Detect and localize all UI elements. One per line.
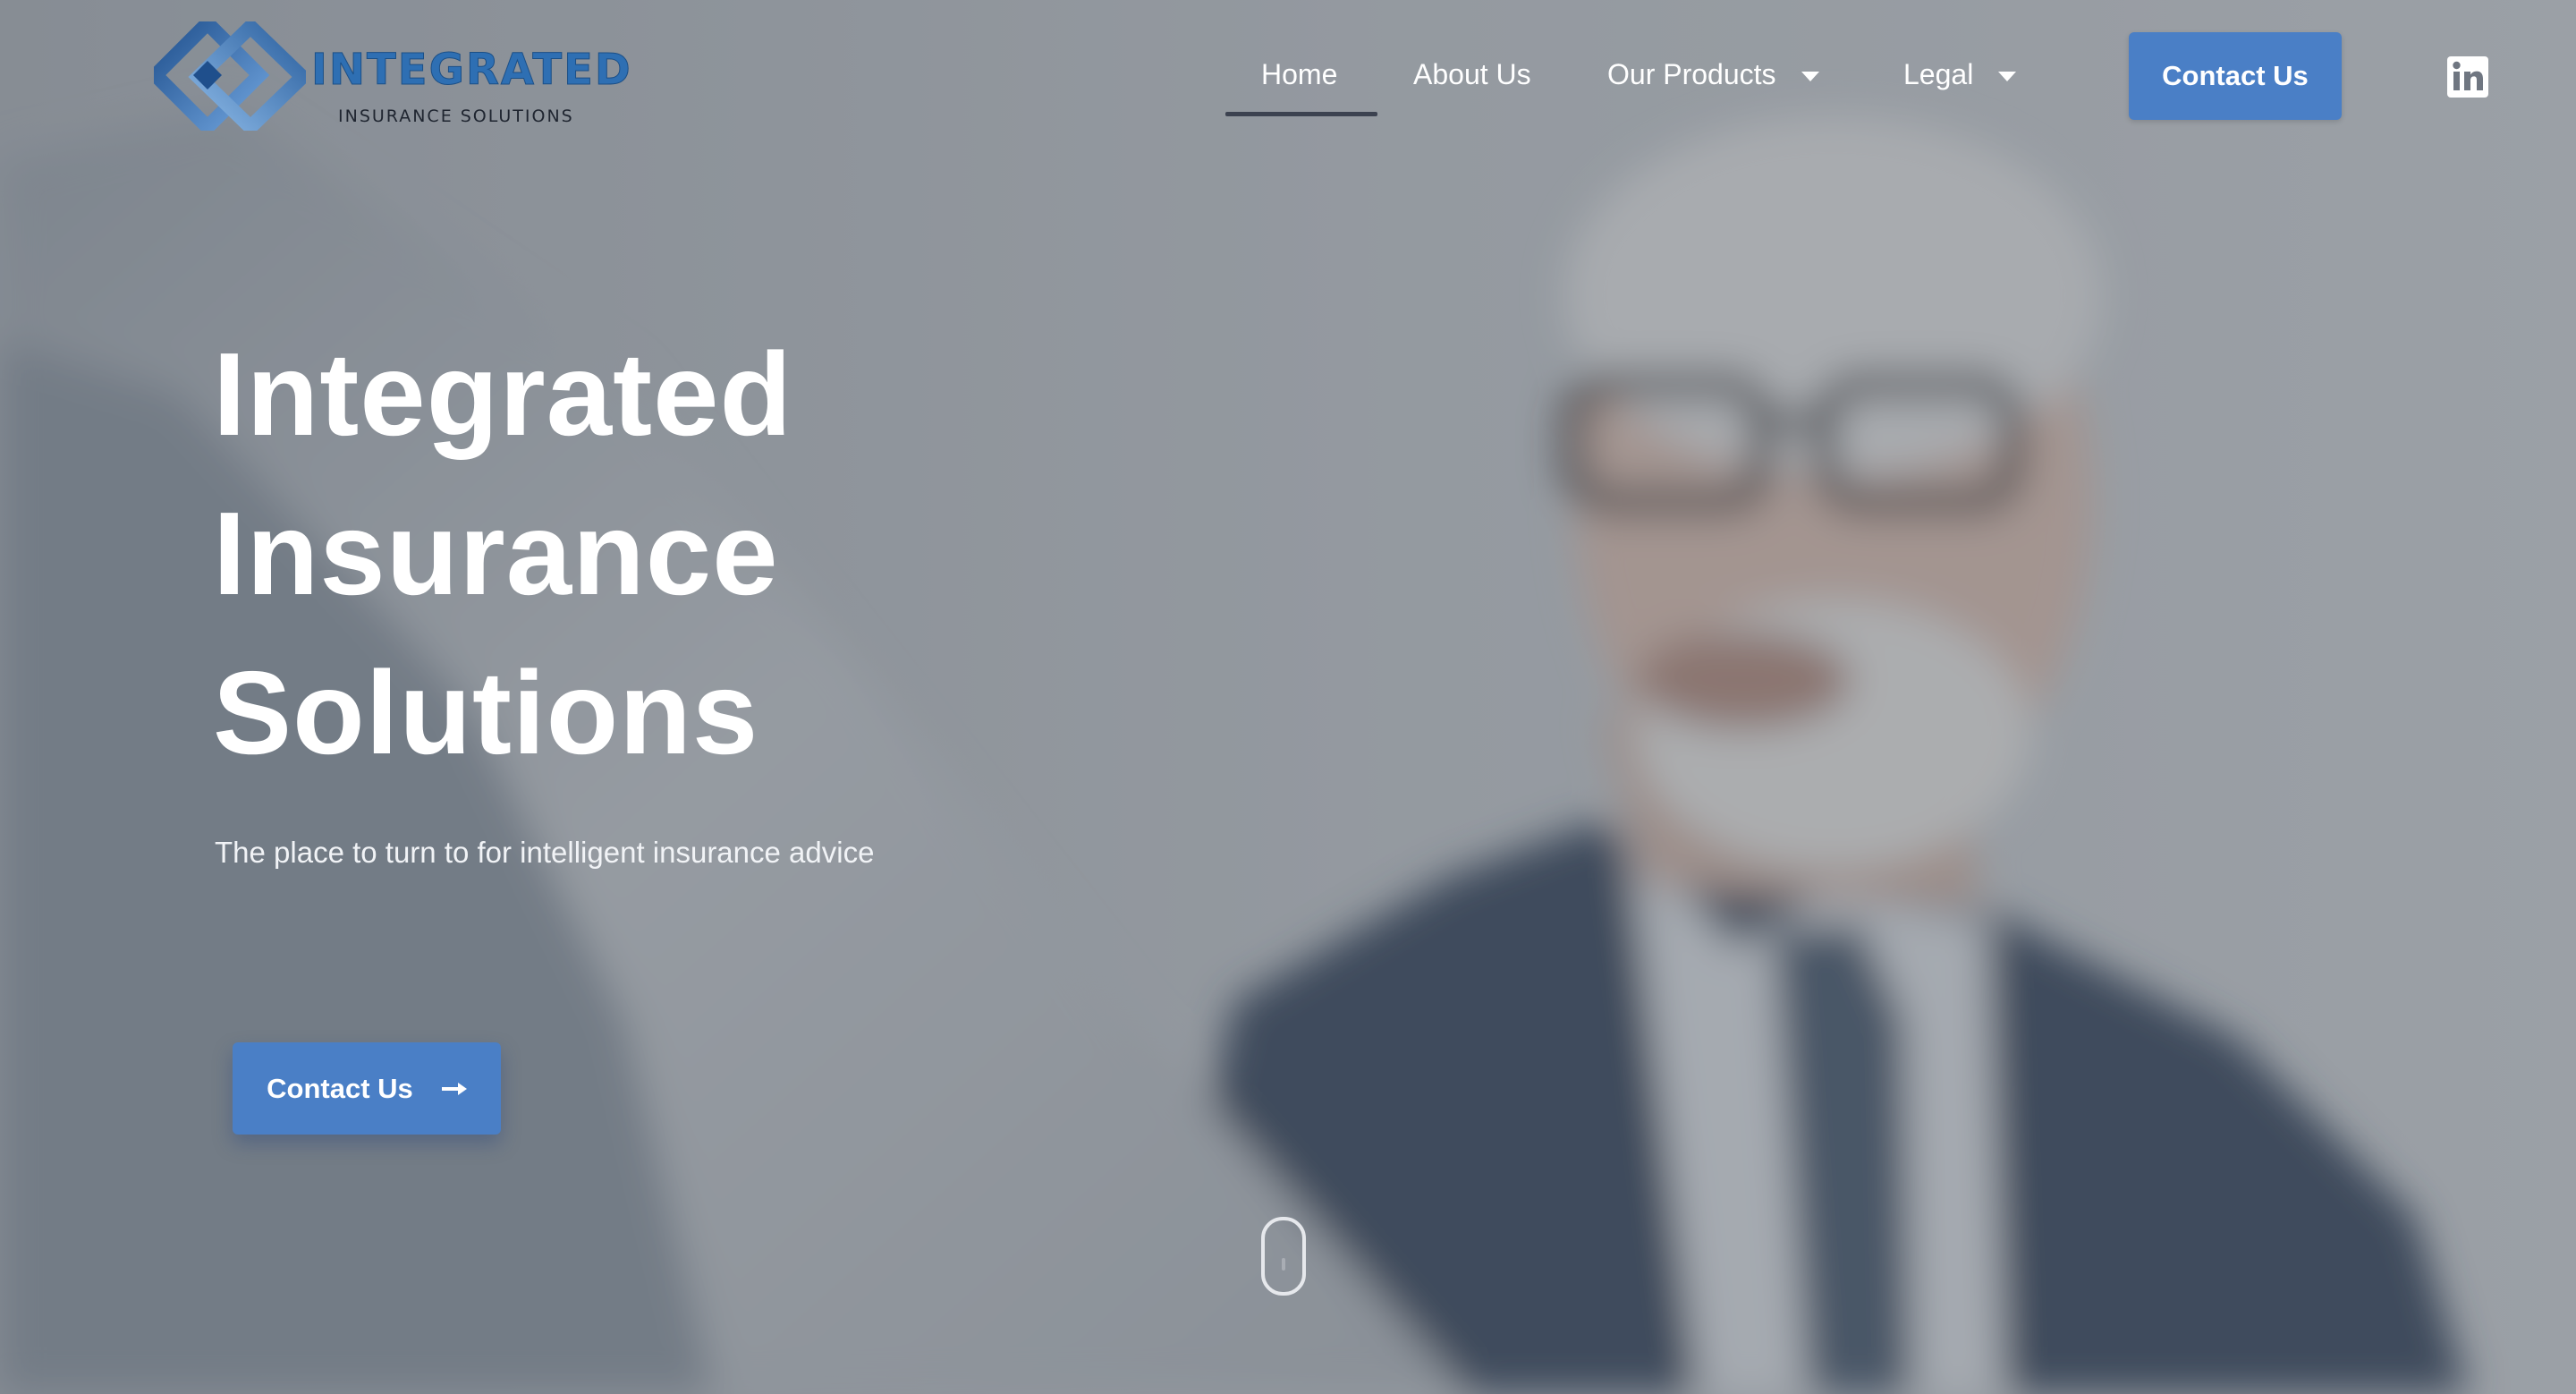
- linkedin-icon[interactable]: [2447, 56, 2488, 98]
- nav-active-indicator: [1225, 112, 1377, 116]
- nav-about-label: About Us: [1413, 58, 1531, 90]
- chevron-down-icon: [1801, 72, 1819, 81]
- logo-tagline: INSURANCE SOLUTIONS: [338, 106, 574, 126]
- nav-products-label: Our Products: [1607, 58, 1776, 90]
- nav-legal-label: Legal: [1903, 58, 1974, 90]
- site-logo[interactable]: INTEGRATED INSURANCE SOLUTIONS: [154, 21, 631, 131]
- scroll-mouse-icon[interactable]: [1261, 1217, 1306, 1296]
- logo-wordmark: INTEGRATED: [311, 45, 632, 96]
- scroll-wheel: [1282, 1258, 1285, 1271]
- nav-legal[interactable]: Legal: [1903, 58, 2017, 91]
- hero-title-line: Solutions: [213, 647, 759, 778]
- hero-contact-label: Contact Us: [267, 1072, 413, 1104]
- hero-title-line: Insurance: [213, 488, 779, 619]
- site-header: INTEGRATED INSURANCE SOLUTIONS Home Abou…: [0, 0, 2576, 134]
- logo-mark-icon: [154, 21, 306, 131]
- header-contact-button[interactable]: Contact Us: [2129, 32, 2342, 120]
- hero-title: Integrated Insurance Solutions: [213, 315, 1107, 793]
- nav-our-products[interactable]: Our Products: [1607, 58, 1819, 91]
- hero-title-line: Integrated: [213, 328, 793, 460]
- hero-subtitle: The place to turn to for intelligent ins…: [215, 836, 875, 869]
- nav-home-label: Home: [1261, 58, 1338, 90]
- arrow-right-icon: [441, 1082, 467, 1095]
- nav-about-us[interactable]: About Us: [1413, 58, 1531, 91]
- nav-home[interactable]: Home: [1261, 58, 1337, 91]
- hero-contact-button[interactable]: Contact Us: [233, 1042, 501, 1135]
- chevron-down-icon: [1998, 72, 2017, 81]
